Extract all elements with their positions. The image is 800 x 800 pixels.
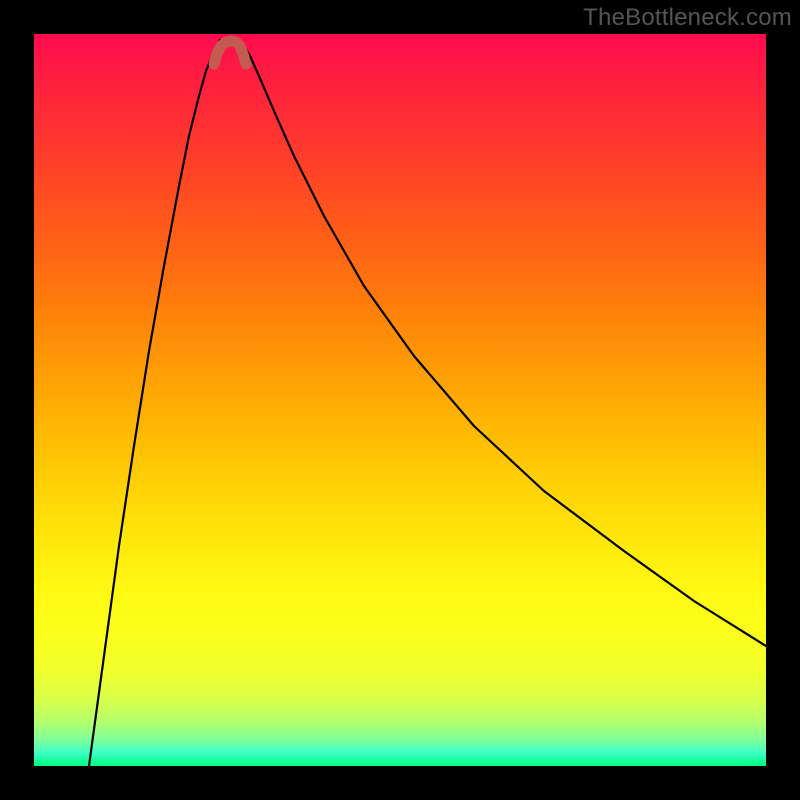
chart-frame xyxy=(34,34,766,766)
series-left-branch xyxy=(89,40,220,766)
series-trough-u xyxy=(214,41,246,64)
series-right-branch xyxy=(240,40,766,646)
curve-layer xyxy=(34,34,766,766)
curve-group xyxy=(89,40,766,766)
watermark-text: TheBottleneck.com xyxy=(583,4,792,32)
